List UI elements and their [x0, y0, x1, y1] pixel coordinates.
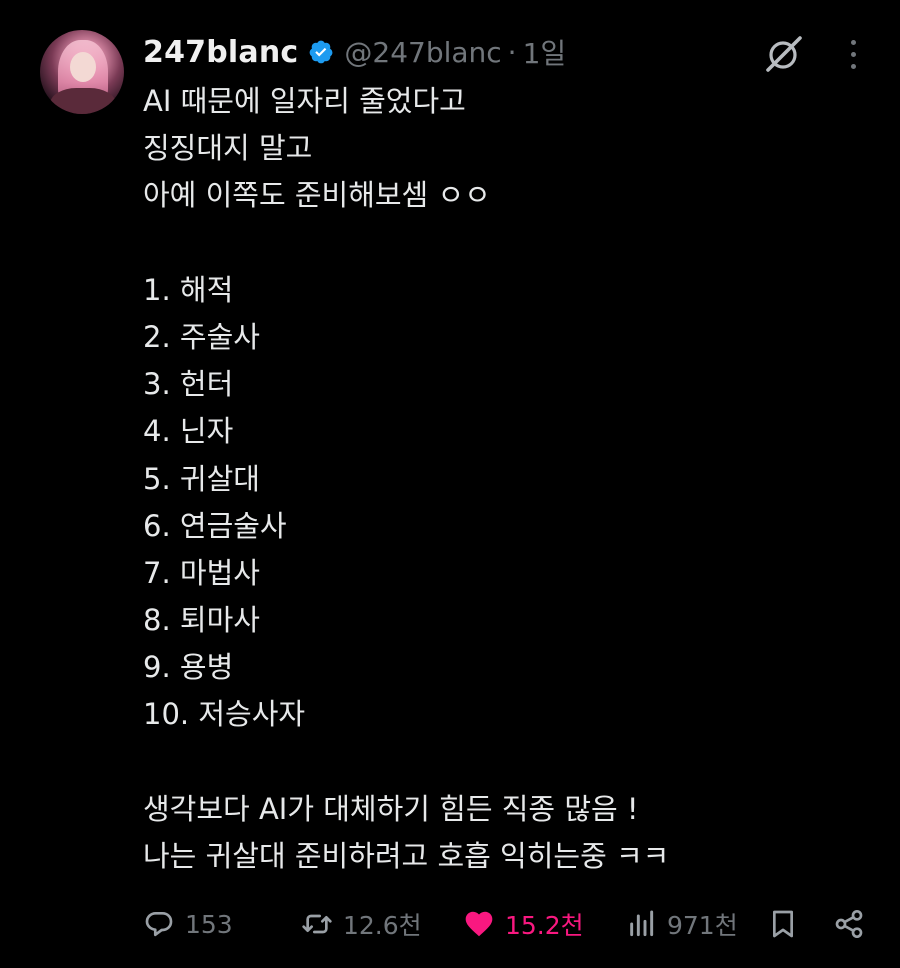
heart-icon	[465, 911, 493, 937]
action-bar: 153 12.6천 15.2천 971천	[143, 900, 873, 948]
tweet-line: 5. 귀살대	[143, 461, 260, 496]
tweet-line: 9. 용병	[143, 650, 234, 685]
tweet-line: 징징대지 말고	[143, 131, 313, 166]
retweet-button[interactable]: 12.6천	[301, 900, 422, 948]
display-name[interactable]: 247blanc	[143, 35, 298, 70]
tweet-line: AI 때문에 일자리 줄었다고	[143, 84, 466, 118]
bookmark-button[interactable]	[767, 900, 799, 948]
reply-count: 153	[185, 909, 233, 939]
tweet-line: 3. 헌터	[143, 367, 234, 402]
verified-badge-icon	[310, 40, 333, 64]
avatar-coat	[50, 88, 116, 114]
grok-icon[interactable]	[764, 34, 804, 74]
views-icon	[630, 910, 654, 937]
share-button[interactable]	[833, 900, 865, 948]
views-button[interactable]: 971천	[625, 900, 738, 948]
more-dot	[850, 63, 856, 69]
tweet-time[interactable]: 1일	[523, 32, 567, 72]
more-dot	[850, 51, 856, 57]
tweet-line: 4. 닌자	[143, 414, 234, 449]
tweet-line: 6. 연금술사	[143, 508, 287, 543]
more-dot	[850, 39, 856, 45]
more-icon[interactable]	[838, 36, 868, 72]
views-count: 971천	[667, 911, 738, 940]
user-handle[interactable]: @247blanc	[344, 36, 501, 69]
tweet-line: 생각보다 AI가 대체하기 힘든 직종 많음 !	[143, 791, 639, 826]
like-button[interactable]: 15.2천	[463, 900, 584, 948]
tweet-line: 8. 퇴마사	[143, 603, 260, 638]
avatar-face	[70, 52, 96, 82]
tweet-line: 나는 귀살대 준비하려고 호흡 익히는중 ㅋㅋ	[143, 839, 670, 873]
separator-dot: ·	[507, 35, 517, 69]
reply-button[interactable]: 153	[143, 900, 233, 948]
like-count: 15.2천	[505, 911, 584, 940]
retweet-icon	[302, 914, 332, 934]
tweet-line: 2. 주술사	[143, 319, 260, 354]
bookmark-icon	[773, 910, 793, 938]
reply-icon	[145, 912, 173, 937]
tweet-text: AI 때문에 일자리 줄었다고 징징대지 말고 아예 이쪽도 준비해보셈 ㅇㅇ …	[143, 78, 863, 880]
retweet-count: 12.6천	[343, 911, 422, 940]
tweet-line: 7. 마법사	[143, 555, 260, 590]
tweet-line: 아예 이쪽도 준비해보셈 ㅇㅇ	[143, 178, 491, 213]
share-icon	[835, 910, 863, 938]
avatar[interactable]	[40, 30, 124, 114]
tweet-line: 1. 해적	[143, 272, 234, 307]
tweet-header: 247blanc @247blanc · 1일	[143, 30, 566, 74]
tweet-line: 10. 저승사자	[143, 697, 306, 732]
